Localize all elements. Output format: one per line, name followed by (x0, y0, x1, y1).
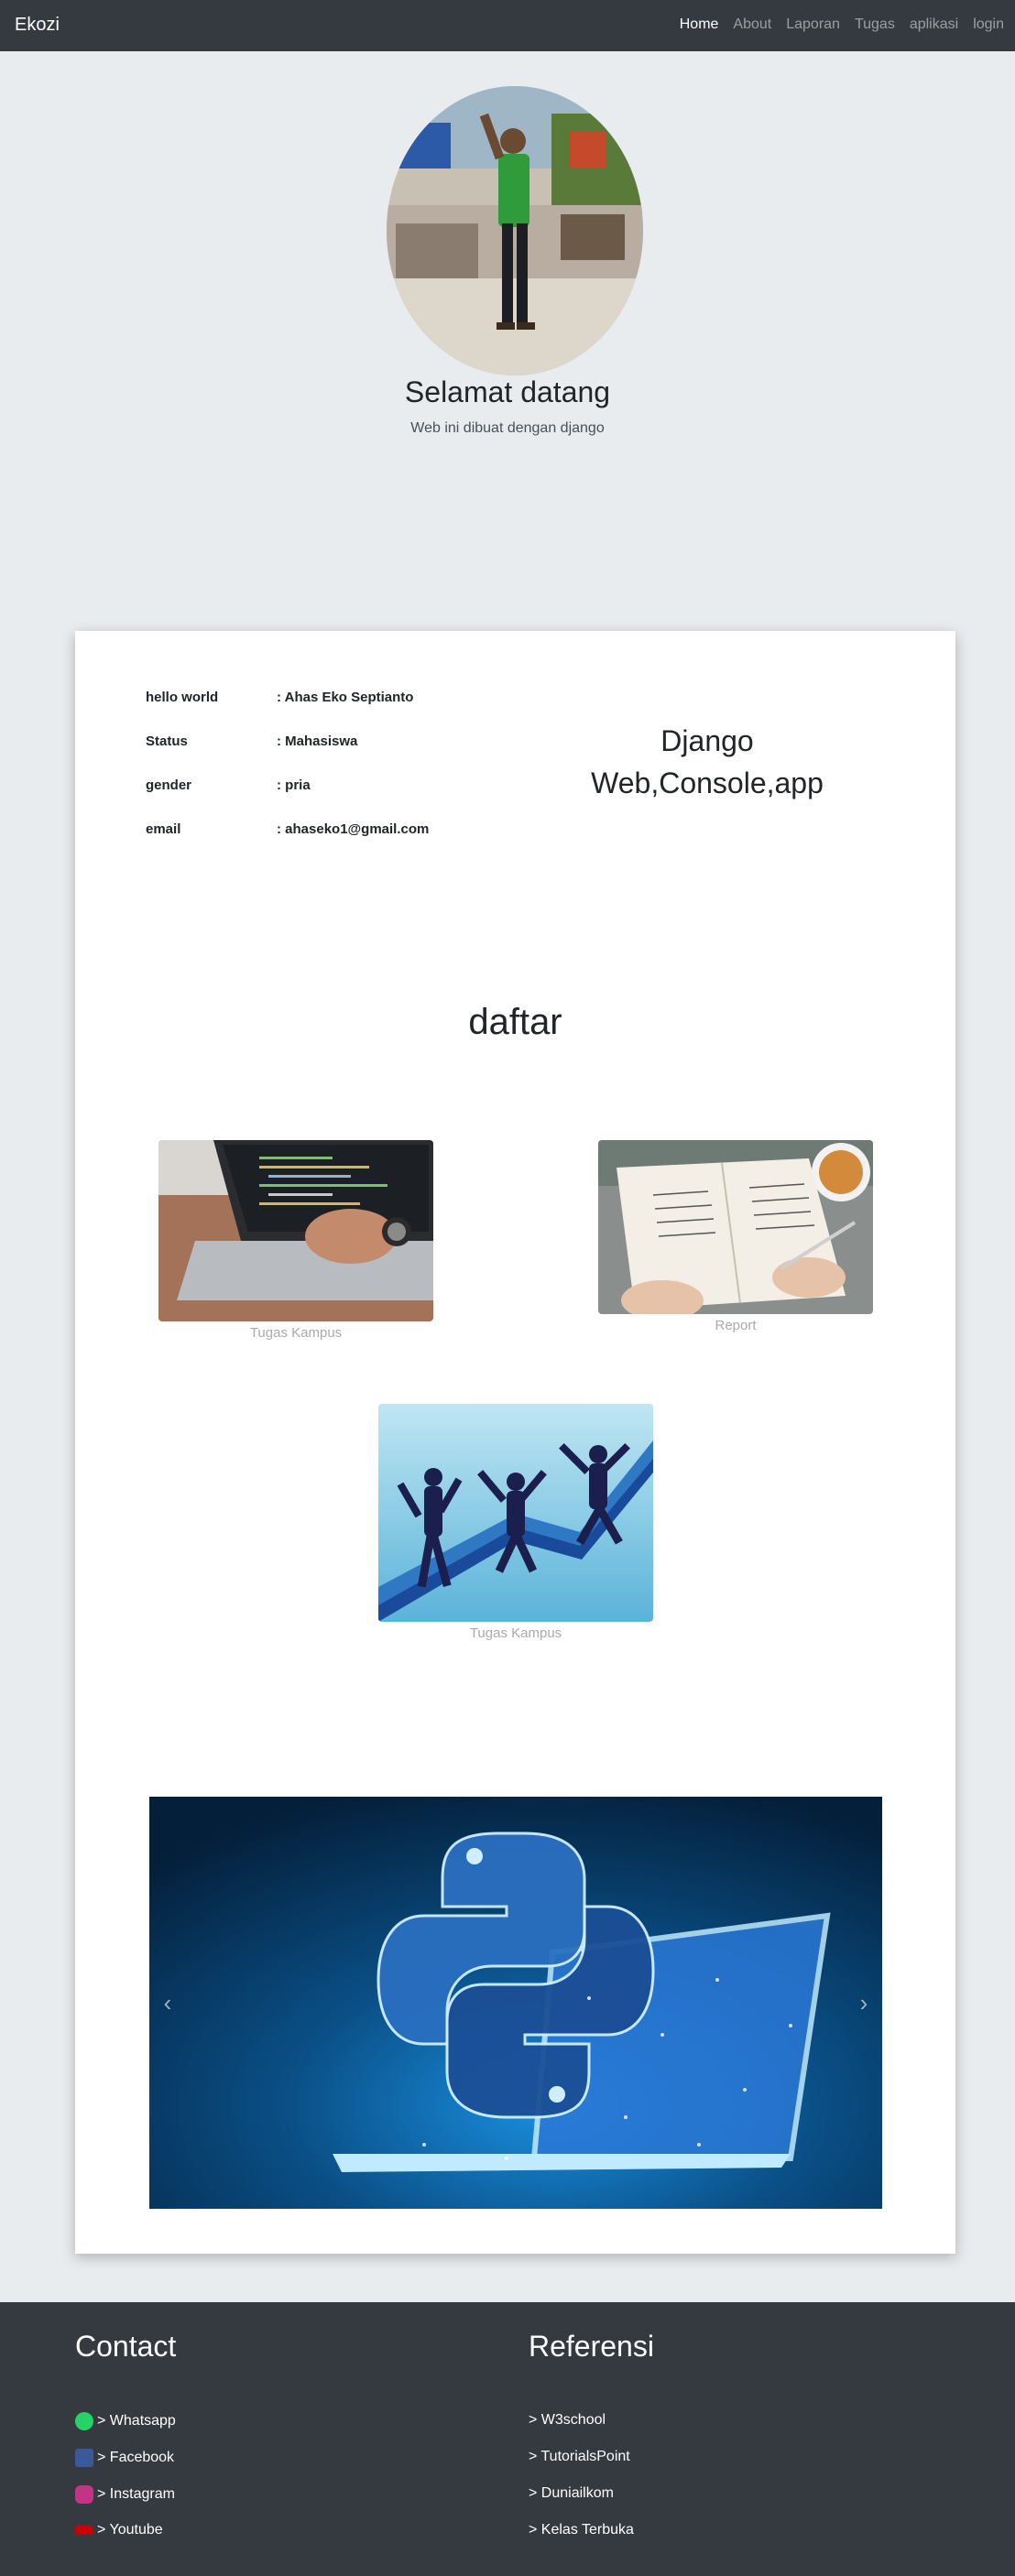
tagline-line1: Django (660, 724, 754, 757)
facebook-icon (75, 2449, 93, 2467)
contact-whatsapp-link[interactable]: > Whatsapp (75, 2412, 176, 2430)
youtube-icon (75, 2526, 93, 2535)
contact-title: Contact (75, 2330, 177, 2363)
profile-value: : Ahas Eko Septianto (277, 690, 414, 705)
thumb-caption: Report (715, 1318, 757, 1333)
profile-key: Status (146, 734, 188, 749)
chevron-right-icon: › (859, 1989, 868, 2016)
hero-subtitle: Web ini dibuat dengan django (410, 420, 605, 436)
instagram-icon (75, 2485, 93, 2504)
contact-instagram-link[interactable]: > Instagram (75, 2485, 175, 2504)
ref-w3school-link[interactable]: > W3school (529, 2412, 606, 2429)
ref-duniailkom-link[interactable]: > Duniailkom (529, 2485, 614, 2502)
hero-title: Selamat datang (404, 375, 611, 408)
thumb-report[interactable] (598, 1140, 873, 1314)
profile-value: : pria (277, 777, 311, 793)
nav-item-laporan[interactable]: Laporan (779, 16, 847, 33)
carousel-next-button[interactable]: › (846, 1980, 882, 2026)
profile-key: hello world (146, 690, 219, 705)
ref-tutorialspoint-link[interactable]: > TutorialsPoint (529, 2449, 630, 2465)
referensi-title: Referensi (529, 2330, 654, 2363)
thumb-caption: Tugas Kampus (469, 1625, 562, 1641)
nav-item-tugas[interactable]: Tugas (847, 16, 902, 33)
profile-key: gender (146, 777, 192, 793)
carousel: ‹ › (149, 1797, 882, 2209)
footer: Contact > Whatsapp > Facebook > Instagra… (0, 2302, 1015, 2576)
whatsapp-icon (75, 2412, 93, 2430)
contact-facebook-link[interactable]: > Facebook (75, 2449, 174, 2467)
profile-value: : ahaseko1@gmail.com (277, 821, 430, 837)
tagline-line2: Web,Console,app (591, 766, 824, 799)
nav-menu: Home About Laporan Tugas aplikasi login (672, 16, 1011, 33)
nav-item-aplikasi[interactable]: aplikasi (902, 16, 966, 33)
content-card: hello world : Ahas Eko Septianto Status … (75, 631, 955, 2254)
tagline: Django Web,Console,app (561, 720, 854, 804)
daftar-title: daftar (468, 1002, 562, 1042)
nav-item-about[interactable]: About (726, 16, 779, 33)
nav-item-login[interactable]: login (966, 16, 1011, 33)
profile-key: email (146, 821, 181, 837)
thumb-tugas-kampus-2[interactable] (378, 1404, 653, 1622)
ref-kelas-terbuka-link[interactable]: > Kelas Terbuka (529, 2522, 634, 2538)
thumb-caption: Tugas Kampus (249, 1325, 343, 1341)
navbar: Ekozi Home About Laporan Tugas aplikasi … (0, 0, 1015, 51)
profile-value: : Mahasiswa (277, 734, 358, 749)
profile-avatar (387, 86, 643, 375)
brand-link[interactable]: Ekozi (15, 15, 60, 36)
nav-item-home[interactable]: Home (672, 16, 726, 33)
contact-link-label: > Whatsapp (97, 2413, 176, 2429)
contact-link-label: > Youtube (97, 2522, 163, 2538)
carousel-prev-button[interactable]: ‹ (149, 1980, 186, 2026)
contact-link-label: > Instagram (97, 2486, 175, 2502)
chevron-left-icon: ‹ (163, 1989, 172, 2016)
contact-youtube-link[interactable]: > Youtube (75, 2522, 163, 2538)
thumb-tugas-kampus[interactable] (158, 1140, 433, 1321)
contact-link-label: > Facebook (97, 2450, 175, 2465)
carousel-slide (149, 1797, 882, 2209)
